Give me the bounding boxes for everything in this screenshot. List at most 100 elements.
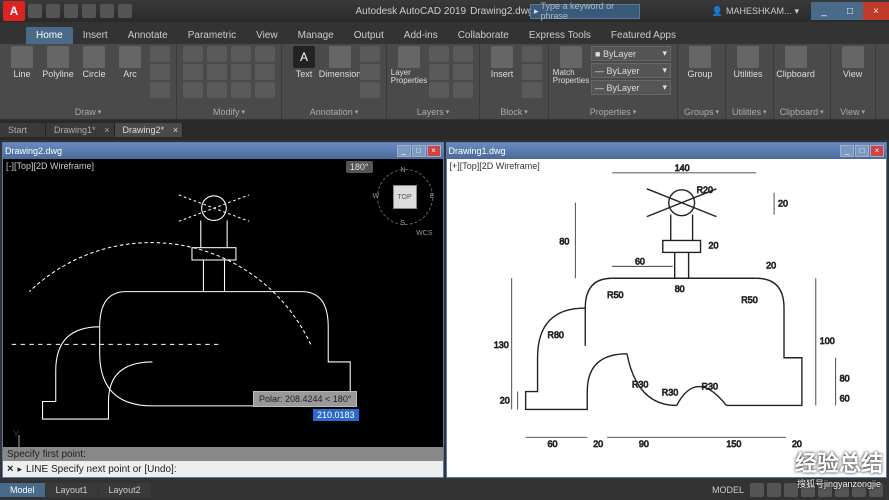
close-button[interactable]: × <box>863 2 889 20</box>
tab-view[interactable]: View <box>246 27 288 44</box>
tool-scale[interactable] <box>207 82 227 98</box>
layer-iso-icon[interactable] <box>453 46 473 62</box>
tool-clipboard[interactable]: Clipboard <box>780 46 812 79</box>
tool-dimension[interactable]: Dimension <box>324 46 356 79</box>
tool-hatch[interactable] <box>150 82 170 98</box>
layer-match-icon[interactable] <box>453 64 473 80</box>
tab-addins[interactable]: Add-ins <box>394 27 448 44</box>
lineweight-select[interactable]: — ByLayer▾ <box>591 63 671 78</box>
drawing-canvas-right[interactable]: [+][Top][2D Wireframe] <box>447 159 887 477</box>
tool-offset[interactable] <box>255 82 275 98</box>
doc-minimize-button[interactable]: _ <box>840 145 854 157</box>
qat-undo-icon[interactable] <box>82 4 96 18</box>
tool-group[interactable]: Group <box>684 46 716 79</box>
group-label-block[interactable]: Block▾ <box>486 107 542 117</box>
tool-explode[interactable] <box>255 64 275 80</box>
tool-table[interactable] <box>360 64 380 80</box>
tool-move[interactable] <box>183 46 203 62</box>
tool-mtext[interactable] <box>360 82 380 98</box>
grid-toggle-icon[interactable] <box>750 483 764 497</box>
tool-leader[interactable] <box>360 46 380 62</box>
tool-utilities[interactable]: Utilities <box>732 46 764 79</box>
model-tab[interactable]: Model <box>0 483 45 497</box>
app-menu-button[interactable]: A <box>3 1 25 21</box>
layer-off-icon[interactable] <box>429 46 449 62</box>
tool-layer-properties[interactable]: Layer Properties <box>393 46 425 85</box>
doc-close-button[interactable]: × <box>870 145 884 157</box>
dynamic-input[interactable]: 210.0183 <box>313 409 359 421</box>
tab-manage[interactable]: Manage <box>288 27 344 44</box>
doc-tab-drawing1[interactable]: Drawing1*× <box>46 123 115 137</box>
qat-plot-icon[interactable] <box>118 4 132 18</box>
layer-lock-icon[interactable] <box>429 82 449 98</box>
qat-save-icon[interactable] <box>64 4 78 18</box>
tool-copy[interactable] <box>183 64 203 80</box>
close-cmd-icon[interactable]: × <box>7 463 13 475</box>
tool-circle[interactable]: Circle <box>78 46 110 79</box>
tool-arc[interactable]: Arc <box>114 46 146 79</box>
tool-match-properties[interactable]: Match Properties <box>555 46 587 85</box>
maximize-button[interactable]: □ <box>837 2 863 20</box>
doc-maximize-button[interactable]: □ <box>412 145 426 157</box>
linetype-select[interactable]: — ByLayer▾ <box>591 80 671 95</box>
doc-close-button[interactable]: × <box>427 145 441 157</box>
group-label-clipboard[interactable]: Clipboard▾ <box>780 107 824 117</box>
doc-tab-drawing2[interactable]: Drawing2*× <box>115 123 184 137</box>
ortho-toggle-icon[interactable] <box>784 483 798 497</box>
tool-stretch[interactable] <box>183 82 203 98</box>
tab-featured-apps[interactable]: Featured Apps <box>601 27 686 44</box>
tab-parametric[interactable]: Parametric <box>178 27 246 44</box>
qat-redo-icon[interactable] <box>100 4 114 18</box>
group-label-utilities[interactable]: Utilities▾ <box>732 107 767 117</box>
qat-new-icon[interactable] <box>28 4 42 18</box>
close-icon[interactable]: × <box>173 125 178 135</box>
tool-array[interactable] <box>231 82 251 98</box>
tool-fillet[interactable] <box>231 64 251 80</box>
tab-output[interactable]: Output <box>344 27 394 44</box>
group-label-groups[interactable]: Groups▾ <box>684 107 719 117</box>
search-box[interactable]: ▸ Type a keyword or phrase <box>530 4 640 19</box>
tool-edit-attr[interactable] <box>522 82 542 98</box>
layer-freeze-icon[interactable] <box>429 64 449 80</box>
command-input[interactable]: × ▸ LINE Specify next point or [Undo]: <box>3 461 443 477</box>
tool-trim[interactable] <box>231 46 251 62</box>
minimize-button[interactable]: _ <box>811 2 837 20</box>
layout2-tab[interactable]: Layout2 <box>99 483 151 497</box>
tool-insert-block[interactable]: Insert <box>486 46 518 79</box>
tab-express-tools[interactable]: Express Tools <box>519 27 601 44</box>
tab-insert[interactable]: Insert <box>73 27 118 44</box>
tab-collaborate[interactable]: Collaborate <box>448 27 519 44</box>
doc-maximize-button[interactable]: □ <box>855 145 869 157</box>
tool-ellipse[interactable] <box>150 64 170 80</box>
group-label-modify[interactable]: Modify▾ <box>183 107 275 117</box>
status-model-label[interactable]: MODEL <box>712 485 744 495</box>
tool-polyline[interactable]: Polyline <box>42 46 74 79</box>
group-label-layers[interactable]: Layers▾ <box>393 107 473 117</box>
layout1-tab[interactable]: Layout1 <box>46 483 98 497</box>
user-menu[interactable]: 👤 MAHESHKAM... ▾ <box>712 6 799 17</box>
group-label-view[interactable]: View▾ <box>837 107 869 117</box>
tool-create-block[interactable] <box>522 46 542 62</box>
tool-erase[interactable] <box>255 46 275 62</box>
color-select[interactable]: ■ ByLayer▾ <box>591 46 671 61</box>
group-label-annotation[interactable]: Annotation▾ <box>288 107 380 117</box>
group-label-draw[interactable]: Draw▾ <box>6 107 170 117</box>
tool-rotate[interactable] <box>207 46 227 62</box>
drawing-canvas-left[interactable]: [-][Top][2D Wireframe] 180° TOP N E S W … <box>3 159 443 477</box>
snap-toggle-icon[interactable] <box>767 483 781 497</box>
tool-rectangle[interactable] <box>150 46 170 62</box>
tool-base-view[interactable]: View <box>837 46 869 79</box>
doc-minimize-button[interactable]: _ <box>397 145 411 157</box>
tool-edit-block[interactable] <box>522 64 542 80</box>
close-icon[interactable]: × <box>104 125 109 135</box>
layer-prev-icon[interactable] <box>453 82 473 98</box>
tool-mirror[interactable] <box>207 64 227 80</box>
tab-home[interactable]: Home <box>26 27 73 44</box>
tool-line[interactable]: Line <box>6 46 38 79</box>
group-label-properties[interactable]: Properties▾ <box>555 107 671 117</box>
qat-open-icon[interactable] <box>46 4 60 18</box>
tool-text[interactable]: AText <box>288 46 320 79</box>
command-line[interactable]: Specify first point: × ▸ LINE Specify ne… <box>3 447 443 477</box>
doc-tab-start[interactable]: Start <box>0 123 46 137</box>
tab-annotate[interactable]: Annotate <box>118 27 178 44</box>
